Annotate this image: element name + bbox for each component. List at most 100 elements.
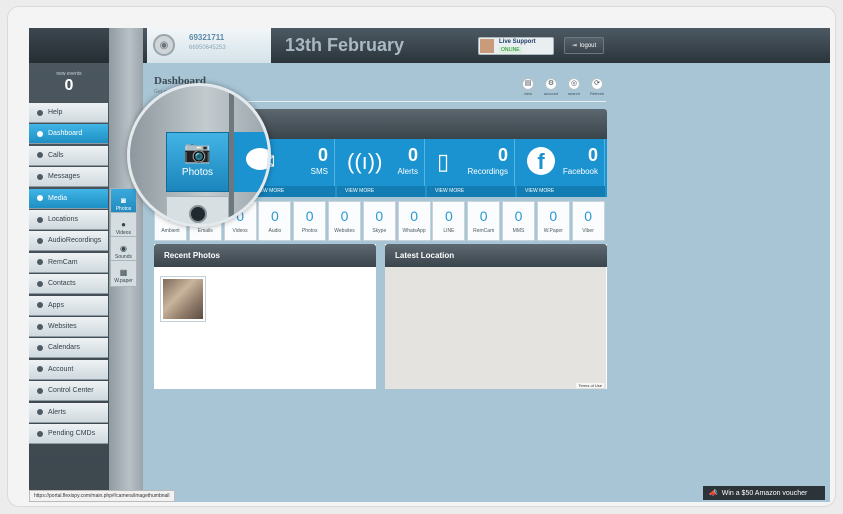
stat-label: Alerts	[397, 167, 418, 176]
user-icon	[37, 366, 43, 373]
user-id: 69321711	[189, 33, 225, 42]
count-audio[interactable]: 0 Audio	[258, 201, 292, 241]
sidebar-item-calendars[interactable]: Calendars	[29, 338, 108, 359]
status-url: https://portal.flexispy.com/main.php#/ca…	[29, 490, 175, 502]
count-label: WhatsApp	[402, 228, 426, 234]
stat-value: 0	[497, 145, 508, 165]
live-support-status: ONLINE	[499, 47, 522, 53]
sidebar-item-label: Media	[48, 194, 68, 202]
count-line[interactable]: 0 LINE	[432, 201, 466, 241]
pending-icon	[37, 430, 43, 437]
stat-label: SMS	[310, 167, 328, 176]
logout-button[interactable]: ⇥ logout	[564, 37, 604, 54]
count-label: RemCam	[473, 228, 495, 234]
count-label: Audio	[268, 228, 282, 234]
sidebar-item-messages[interactable]: Messages	[29, 167, 108, 188]
control-icon	[37, 387, 43, 394]
settings-icon: ⚙	[545, 78, 557, 90]
sidebar-item-media[interactable]: Media	[29, 188, 108, 209]
sidebar-item-label: RemCam	[48, 258, 78, 266]
count-websites[interactable]: 0 Websites	[328, 201, 361, 241]
tool-account[interactable]: ⚙ account	[544, 78, 558, 96]
sidebar-item-label: Help	[48, 109, 63, 116]
sidebar-item-label: Dashboard	[48, 130, 83, 138]
tool-label: view	[523, 91, 532, 96]
sidebar-item-label: Locations	[48, 216, 78, 223]
camera-icon: 📷	[183, 139, 212, 164]
view-icon: ▤	[522, 78, 534, 90]
audio-icon	[37, 237, 43, 244]
count-label: MMS	[512, 228, 525, 234]
link-icon	[37, 323, 43, 330]
count-wpaper[interactable]: 0 W.Paper	[536, 201, 570, 241]
sidebar-item-pending-cmds[interactable]: Pending CMDs	[29, 424, 108, 444]
view-more-link[interactable]: VIEW MORE	[517, 186, 605, 197]
user-box[interactable]: ◉ 69321711 66950645253	[147, 28, 271, 63]
sidebar-item-audiorecordings[interactable]: AudioRecordings	[29, 231, 108, 252]
count-photos[interactable]: 0 Photos	[293, 201, 327, 241]
photo-thumbnail[interactable]	[160, 276, 206, 322]
subnav-wpaper[interactable]: ▦ W.paper	[110, 260, 137, 287]
photo-image	[163, 279, 203, 319]
sidebar-item-locations[interactable]: Locations	[29, 210, 108, 230]
count-label: Videos	[232, 228, 248, 234]
subnav-videos[interactable]: ● Videos	[110, 212, 137, 239]
magnified-videos-button[interactable]	[166, 196, 229, 224]
video-icon: ●	[121, 220, 126, 229]
sidebar-item-alerts[interactable]: Alerts	[29, 402, 108, 423]
count-viber[interactable]: 0 Viber	[571, 201, 605, 241]
latest-location-title: Latest Location	[385, 244, 607, 267]
sidebar-item-label: Websites	[48, 323, 77, 330]
count-whatsapp[interactable]: 0 WhatsApp	[397, 201, 431, 241]
count-mms[interactable]: 0 MMS	[502, 201, 535, 241]
view-more-link[interactable]: VIEW MORE	[337, 186, 425, 197]
subnav-sounds[interactable]: ◉ Sounds	[110, 236, 137, 263]
count-remcam[interactable]: 0 RemCam	[467, 201, 501, 241]
logout-label: logout	[579, 42, 597, 49]
sidebar-item-websites[interactable]: Websites	[29, 317, 108, 337]
video-icon	[189, 205, 207, 223]
stat-alerts[interactable]: ((ı)) 0 Alerts VIEW MORE	[337, 139, 425, 197]
sidebar-item-account[interactable]: Account	[29, 359, 108, 380]
count-value: 0	[479, 208, 488, 224]
sidebar-item-contacts[interactable]: Contacts	[29, 274, 108, 295]
camera-icon	[37, 259, 43, 266]
terms-link[interactable]: Terms of Use	[576, 383, 604, 388]
tool-search[interactable]: ◎ search	[567, 78, 581, 96]
stat-recordings[interactable]: ▯ 0 Recordings VIEW MORE	[427, 139, 515, 197]
support-agent-icon	[480, 39, 494, 53]
sidebar-item-control-center[interactable]: Control Center	[29, 381, 108, 402]
count-label: Ambient	[161, 228, 180, 234]
subnav-photos[interactable]: ◙ Photos	[110, 188, 137, 215]
location-map[interactable]: Terms of Use	[385, 267, 606, 389]
count-label: Viber	[582, 228, 594, 234]
sidebar-item-dashboard[interactable]: Dashboard	[29, 124, 108, 145]
info-icon	[37, 109, 43, 116]
sidebar-item-help[interactable]: Help	[29, 103, 108, 123]
sidebar-item-calls[interactable]: Calls	[29, 145, 108, 166]
tool-view[interactable]: ▤ view	[521, 78, 535, 96]
apps-icon	[37, 302, 43, 309]
user-phone: 66950645253	[189, 45, 226, 51]
count-skype[interactable]: 0 Skype	[362, 201, 396, 241]
new-events[interactable]: new events 0	[29, 71, 109, 101]
view-more-link[interactable]: VIEW MORE	[427, 186, 515, 197]
voucher-banner[interactable]: 📣 Win a $50 Amazon voucher	[703, 486, 825, 500]
refresh-icon: ⟳	[591, 78, 603, 90]
sidebar-item-label: Apps	[48, 301, 64, 309]
count-label: Photos	[301, 228, 318, 234]
count-label: LINE	[443, 228, 455, 234]
sidebar-item-apps[interactable]: Apps	[29, 295, 108, 316]
stat-facebook[interactable]: f 0 Facebook VIEW MORE	[517, 139, 605, 197]
megaphone-icon: 📣	[709, 490, 718, 497]
live-support-button[interactable]: Live Support ONLINE	[478, 37, 554, 55]
count-label: Skype	[372, 228, 387, 234]
stat-label: Recordings	[467, 167, 508, 176]
stat-value: 0	[407, 145, 418, 165]
contacts-icon	[37, 280, 43, 287]
count-value: 0	[375, 208, 384, 224]
sidebar-item-remcam[interactable]: RemCam	[29, 252, 108, 273]
latest-location-panel: Latest Location Terms of Use	[385, 244, 607, 389]
magnified-photos-button[interactable]: 📷 Photos	[166, 132, 229, 192]
tool-refresh[interactable]: ⟳ Refresh	[590, 78, 604, 96]
